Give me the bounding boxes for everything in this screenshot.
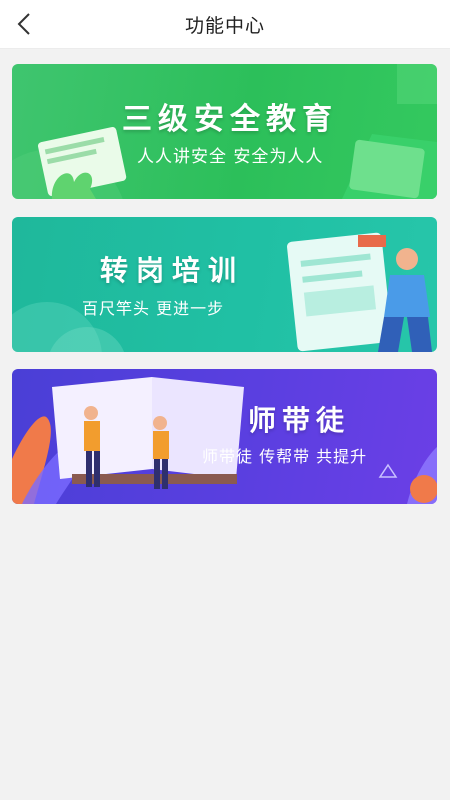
chevron-left-icon	[17, 13, 30, 35]
mentorship-illustration	[12, 377, 437, 504]
banner-subtitle: 百尺竿头 更进一步	[82, 299, 225, 318]
banner-title: 转岗培训	[100, 254, 245, 287]
page-title: 功能中心	[184, 14, 265, 37]
banner-subtitle: 人人讲安全 安全为人人	[137, 147, 324, 167]
banner-title: 师带徒	[248, 404, 351, 437]
banner-subtitle: 师带徒 传帮带 共提升	[202, 447, 368, 466]
top-bar: 功能中心	[0, 0, 450, 49]
job-transfer-training-card[interactable]: 转岗培训 百尺竿头 更进一步	[12, 217, 437, 352]
banner-title: 三级安全教育	[122, 102, 338, 137]
safety-education-card[interactable]: 三级安全教育 人人讲安全 安全为人人	[12, 64, 437, 199]
back-button[interactable]	[6, 6, 42, 42]
mentorship-card[interactable]: 师带徒 师带徒 传帮带 共提升	[12, 369, 437, 504]
